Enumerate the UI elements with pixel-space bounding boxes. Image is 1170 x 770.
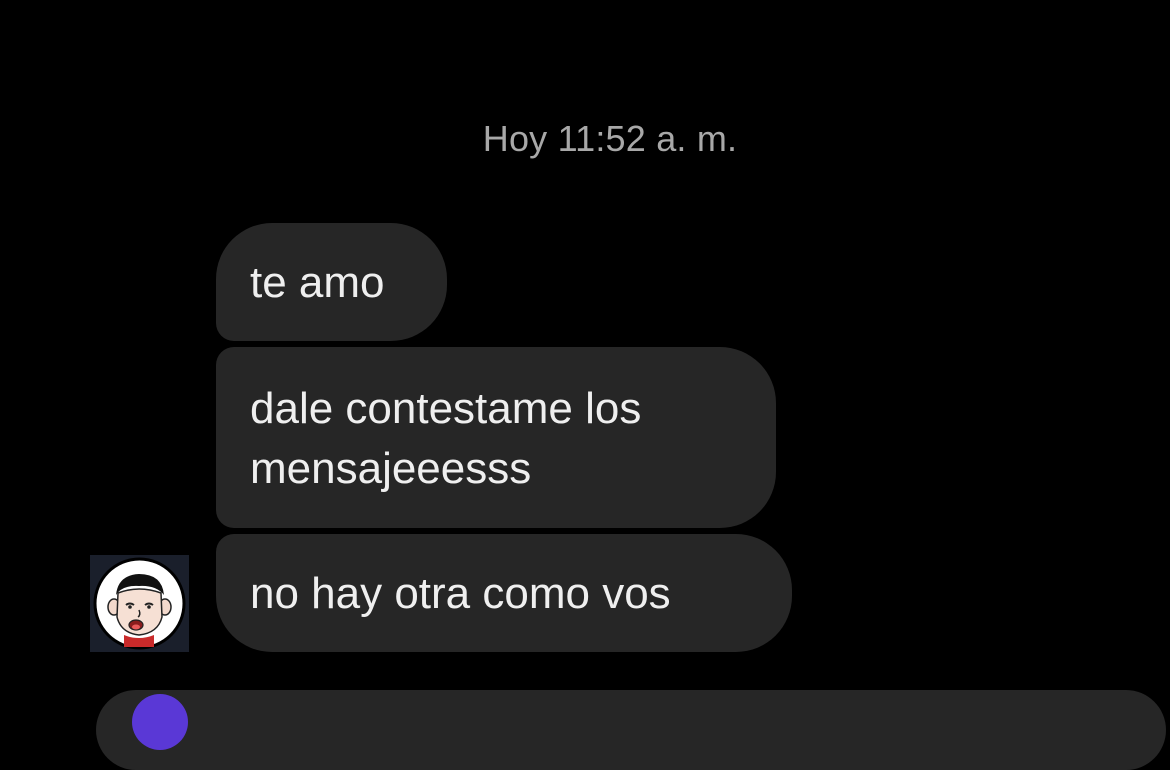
camera-icon[interactable] bbox=[132, 694, 188, 750]
sender-avatar[interactable] bbox=[90, 555, 189, 652]
message-timestamp: Hoy 11:52 a. m. bbox=[482, 118, 738, 159]
message-bubble[interactable]: dale contestame los mensajeeesss bbox=[216, 347, 776, 528]
chat-thread: Hoy 11:52 a. m. te amo dale contestame l… bbox=[0, 0, 1170, 770]
message-composer[interactable] bbox=[96, 690, 1166, 770]
cartoon-boy-avatar-icon bbox=[90, 555, 189, 652]
message-bubble[interactable]: te amo bbox=[216, 223, 447, 341]
message-bubble[interactable]: no hay otra como vos bbox=[216, 534, 792, 652]
